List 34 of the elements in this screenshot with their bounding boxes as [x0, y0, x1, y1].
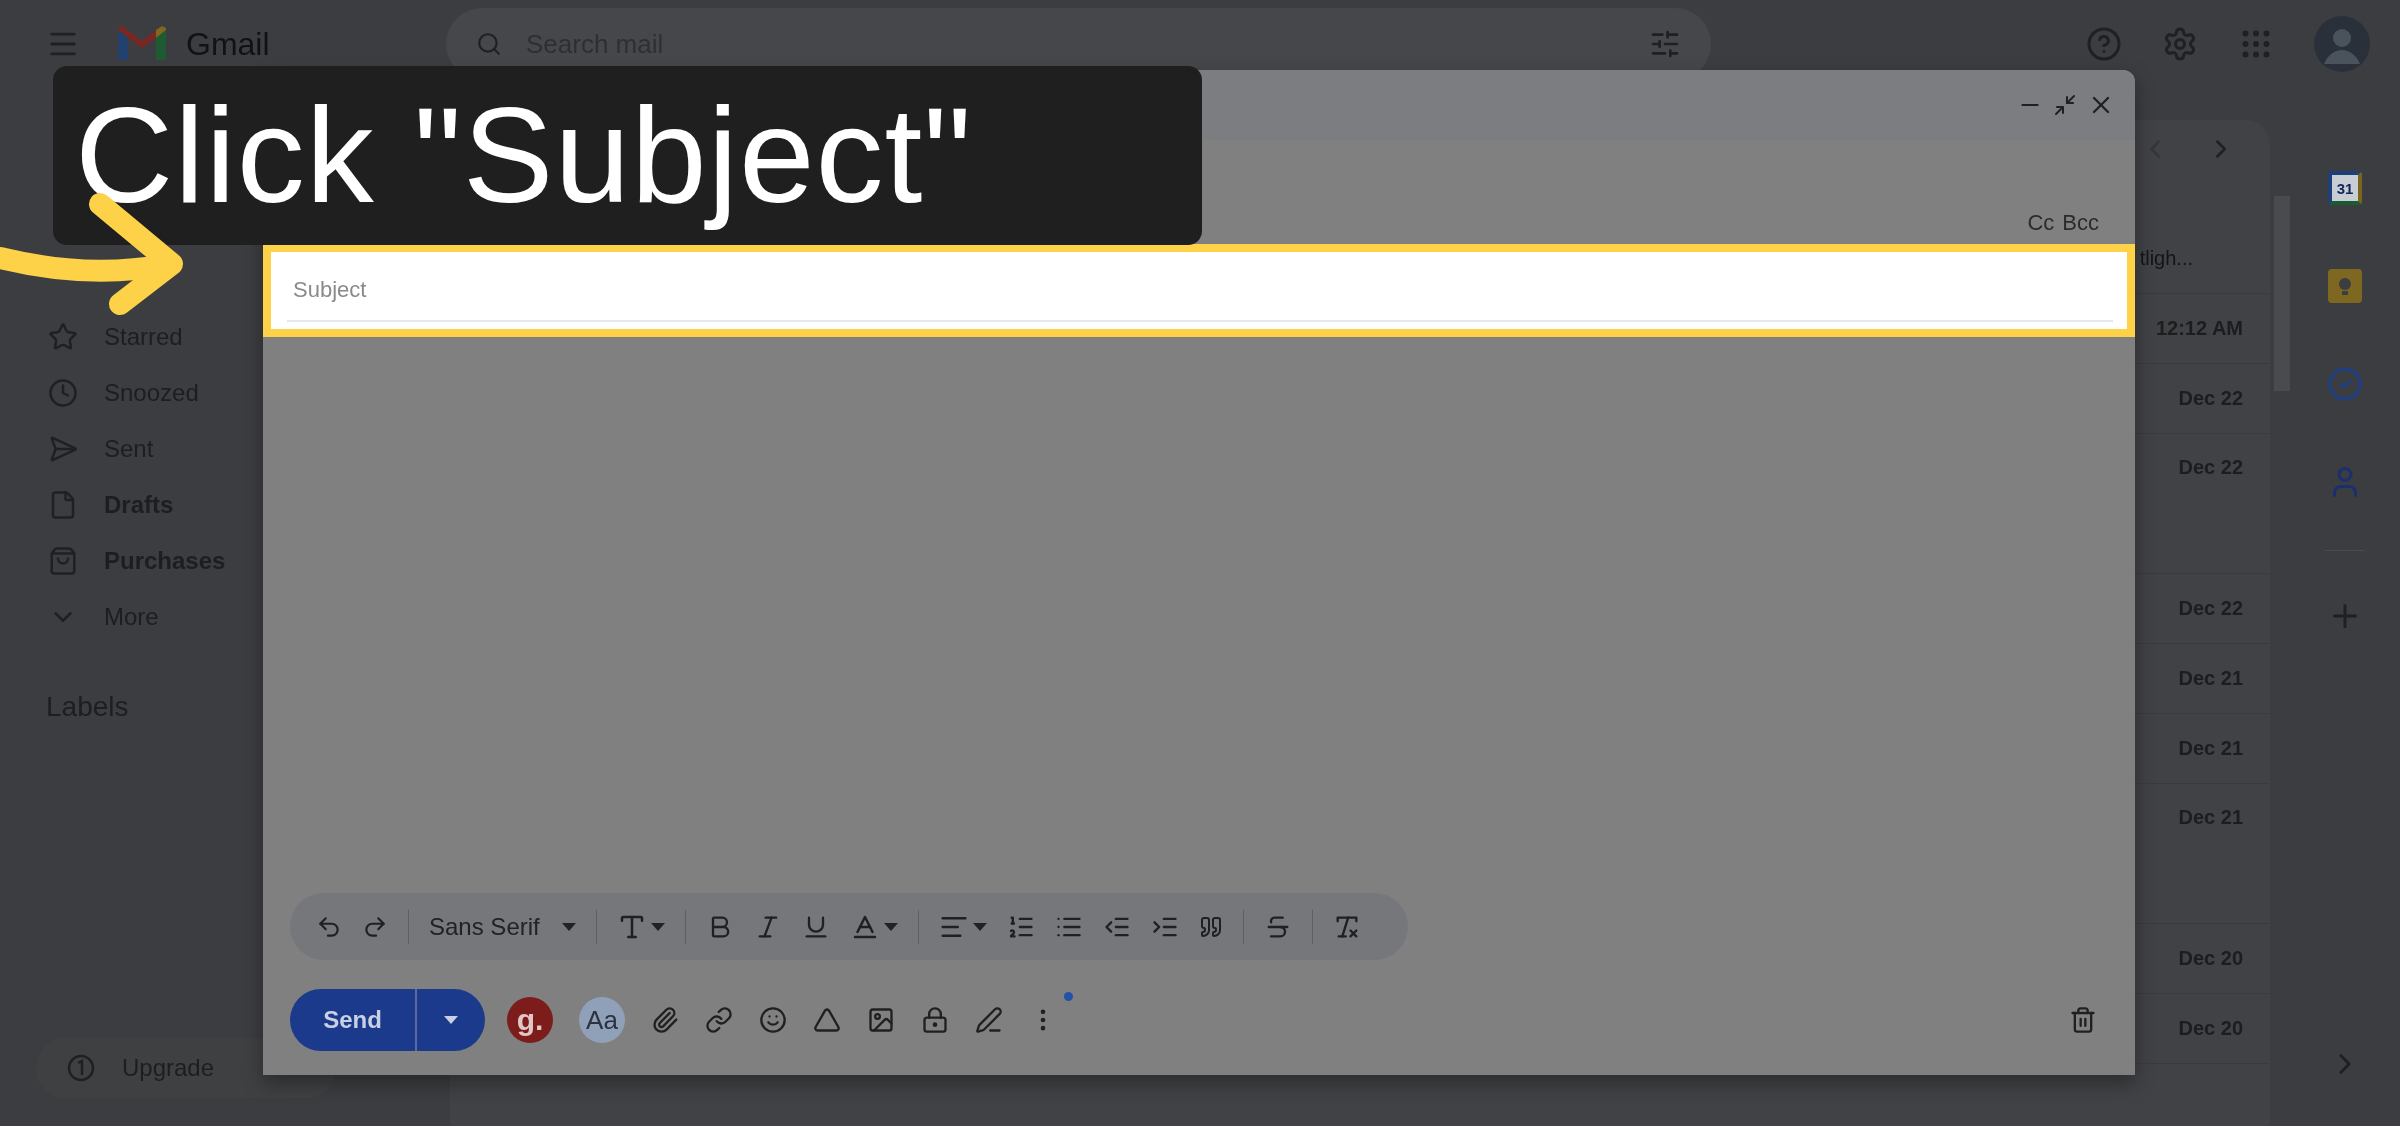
caret-icon: [444, 1016, 458, 1024]
star-icon: [48, 322, 78, 352]
lock-icon[interactable]: [921, 1006, 949, 1034]
clock-icon: [48, 378, 78, 408]
smiley-icon[interactable]: [759, 1006, 787, 1034]
quote-icon[interactable]: [1198, 914, 1223, 939]
numbered-circle-icon: [66, 1053, 96, 1083]
lightbulb-icon[interactable]: [2328, 269, 2362, 303]
cc-link[interactable]: Cc: [2027, 210, 2055, 244]
task-check-icon[interactable]: [2327, 366, 2363, 402]
caret-icon: [561, 922, 576, 931]
image-icon[interactable]: [867, 1006, 895, 1034]
link-icon[interactable]: [705, 1006, 733, 1034]
caret-icon: [972, 922, 987, 931]
send-button[interactable]: Send: [290, 989, 417, 1051]
caret-icon: [650, 922, 665, 931]
font-select[interactable]: Sans Serif: [429, 912, 576, 941]
tutorial-caption: Click "Subject": [75, 77, 973, 233]
caret-icon: [883, 922, 898, 931]
triangle-icon[interactable]: [813, 1006, 841, 1034]
pen-icon[interactable]: [975, 1006, 1003, 1034]
notification-dot: [1064, 992, 1073, 1001]
subject-field[interactable]: Subject: [263, 244, 2135, 337]
shopping-bag-icon: [48, 546, 78, 576]
trash-icon[interactable]: [2069, 1006, 2097, 1034]
send-options-button[interactable]: [417, 989, 485, 1051]
format-options-button[interactable]: Aa: [579, 997, 625, 1043]
send-icon: [48, 434, 78, 464]
paperclip-icon[interactable]: [651, 1006, 679, 1034]
bcc-link[interactable]: Bcc: [2062, 210, 2099, 244]
extension-button[interactable]: g.: [507, 997, 553, 1043]
calendar-icon[interactable]: 31: [2328, 171, 2362, 205]
exit-fullscreen-icon[interactable]: [2053, 93, 2077, 117]
search-icon: [476, 31, 502, 57]
